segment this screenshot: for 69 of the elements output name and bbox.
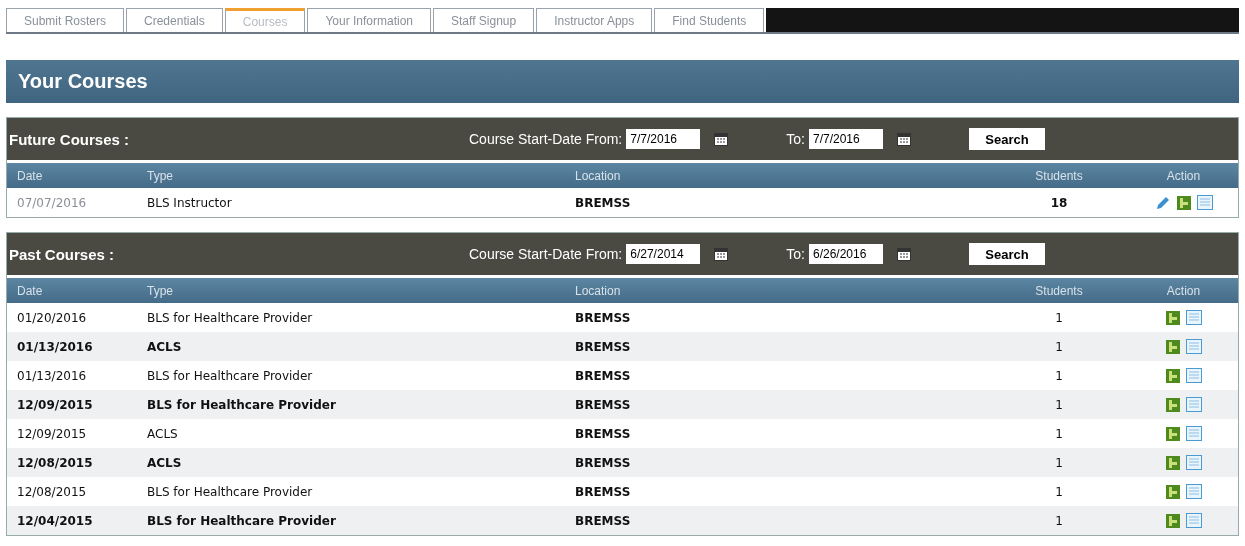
form-icon[interactable] — [1185, 339, 1202, 354]
students-cell: 1 — [989, 448, 1129, 477]
from-date-field[interactable]: 6/27/2014 — [626, 244, 701, 264]
column-header: Type — [137, 278, 565, 303]
roster-icon[interactable] — [1165, 513, 1180, 528]
section-title: Future Courses : — [8, 130, 130, 148]
roster-icon[interactable] — [1165, 426, 1180, 441]
column-header: Students — [989, 163, 1129, 188]
to-label: To: — [786, 246, 805, 262]
to-date-field[interactable]: 7/7/2016 — [808, 129, 883, 149]
form-icon[interactable] — [1185, 455, 1202, 470]
column-header: Location — [565, 278, 989, 303]
students-cell: 1 — [989, 506, 1129, 535]
form-icon[interactable] — [1185, 397, 1202, 412]
type-cell: ACLS — [137, 332, 565, 361]
from-label: Course Start-Date From: — [469, 246, 623, 262]
type-cell: ACLS — [137, 448, 565, 477]
form-icon[interactable] — [1185, 484, 1202, 499]
roster-icon[interactable] — [1165, 310, 1180, 325]
date-cell: 12/09/2015 — [7, 390, 137, 419]
form-icon[interactable] — [1185, 426, 1202, 441]
roster-icon[interactable] — [1165, 339, 1180, 354]
nav-tab[interactable]: Find Students — [654, 8, 765, 32]
location-cell: BREMSS — [565, 506, 989, 535]
nav-tab[interactable]: Your Information — [307, 8, 432, 32]
column-header: Date — [7, 278, 137, 303]
students-cell: 1 — [989, 390, 1129, 419]
location-cell: BREMSS — [565, 390, 989, 419]
to-date-field[interactable]: 6/26/2016 — [808, 244, 883, 264]
roster-icon[interactable] — [1165, 397, 1180, 412]
date-cell: 12/04/2015 — [7, 506, 137, 535]
roster-icon[interactable] — [1165, 484, 1180, 499]
nav-tab[interactable]: Courses — [224, 8, 306, 32]
date-cell: 01/13/2016 — [7, 332, 137, 361]
roster-icon[interactable] — [1176, 195, 1191, 210]
calendar-icon[interactable] — [714, 247, 729, 261]
form-icon[interactable] — [1185, 310, 1202, 325]
page-title: Your Courses — [18, 70, 148, 93]
form-icon[interactable] — [1196, 195, 1213, 210]
column-header: Action — [1129, 163, 1238, 188]
type-cell: BLS for Healthcare Provider — [137, 390, 565, 419]
from-label: Course Start-Date From: — [469, 131, 623, 147]
from-date-field[interactable]: 7/7/2016 — [626, 129, 701, 149]
type-cell: BLS for Healthcare Provider — [137, 506, 565, 535]
form-icon[interactable] — [1185, 368, 1202, 383]
column-header: Location — [565, 163, 989, 188]
location-cell: BREMSS — [565, 332, 989, 361]
nav-tab[interactable]: Submit Rosters — [6, 8, 125, 32]
search-button[interactable]: Search — [968, 128, 1045, 150]
roster-icon[interactable] — [1165, 455, 1180, 470]
form-icon[interactable] — [1185, 513, 1202, 528]
section-title: Past Courses : — [8, 245, 116, 263]
pencil-icon[interactable] — [1154, 194, 1171, 211]
column-header: Date — [7, 163, 137, 188]
nav-tab[interactable]: Credentials — [126, 8, 223, 32]
column-header: Students — [989, 278, 1129, 303]
column-header: Action — [1129, 278, 1238, 303]
students-cell: 1 — [989, 332, 1129, 361]
location-cell: BREMSS — [565, 448, 989, 477]
date-cell: 12/08/2015 — [7, 448, 137, 477]
search-button[interactable]: Search — [968, 243, 1045, 265]
calendar-icon[interactable] — [896, 247, 911, 261]
roster-icon[interactable] — [1165, 368, 1180, 383]
nav-tab[interactable]: Instructor Apps — [536, 8, 653, 32]
nav-tab[interactable]: Staff Signup — [433, 8, 535, 32]
to-label: To: — [786, 131, 805, 147]
calendar-icon[interactable] — [714, 132, 729, 146]
column-header: Type — [137, 163, 565, 188]
calendar-icon[interactable] — [896, 132, 911, 146]
